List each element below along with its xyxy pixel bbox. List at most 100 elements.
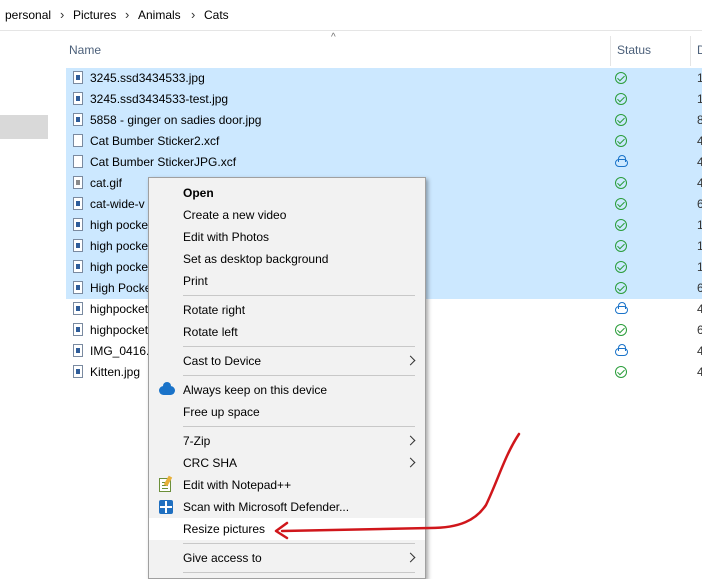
synced-status-icon — [615, 177, 627, 189]
file-row[interactable]: 3245.ssd3434533.jpg 1 — [66, 68, 702, 89]
menu-item-free-up-space[interactable]: Free up space — [149, 401, 425, 423]
file-date-partial: 1 — [697, 239, 702, 253]
menu-item-give-access-to[interactable]: Give access to — [149, 547, 425, 569]
menu-item-label: CRC SHA — [183, 456, 238, 470]
nav-selected-item[interactable] — [0, 115, 48, 139]
synced-status-icon — [615, 324, 627, 336]
context-menu[interactable]: Open Create a new video Edit with Photos Se… — [148, 177, 426, 579]
file-date-partial: 6 — [697, 281, 702, 295]
chevron-right-icon[interactable]: › — [191, 7, 195, 22]
file-date-partial: 4 — [697, 134, 702, 148]
chevron-right-icon — [405, 457, 416, 468]
menu-item-label: Set as desktop background — [183, 252, 329, 266]
file-name: high pocke — [90, 260, 149, 274]
synced-status-icon — [615, 93, 627, 105]
menu-item-label: Resize pictures — [183, 522, 266, 536]
column-header-name-label: Name — [69, 43, 102, 57]
chevron-right-icon — [405, 355, 416, 366]
file-date-partial: 1 — [697, 71, 702, 85]
file-row[interactable]: Cat Bumber Sticker2.xcf 4 — [66, 131, 702, 152]
chevron-right-icon[interactable]: › — [60, 7, 64, 22]
chevron-right-icon[interactable]: › — [125, 7, 129, 22]
menu-item-label: Create a new video — [183, 208, 287, 222]
menu-separator — [183, 375, 415, 376]
menu-item-resize-pictures[interactable]: Resize pictures — [149, 518, 425, 540]
menu-item-always-keep-on-this-device[interactable]: Always keep on this device — [149, 379, 425, 401]
file-date-partial: 4 — [697, 365, 702, 379]
file-name: high pocke — [90, 239, 149, 253]
menu-item-open[interactable]: Open — [149, 182, 425, 204]
menu-item-label: Print — [183, 274, 208, 288]
file-date-partial: 1 — [697, 260, 702, 274]
menu-item-rotate-left[interactable]: Rotate left — [149, 321, 425, 343]
onedrive-cloud-icon — [159, 382, 175, 397]
synced-status-icon — [615, 261, 627, 273]
file-date-partial: 4 — [697, 344, 702, 358]
menu-item-7-zip[interactable]: 7-Zip — [149, 430, 425, 452]
menu-separator — [183, 295, 415, 296]
menu-item-crc-sha[interactable]: CRC SHA — [149, 452, 425, 474]
menu-item-set-as-desktop-background[interactable]: Set as desktop background — [149, 248, 425, 270]
breadcrumb-animals[interactable]: Animals — [138, 8, 181, 22]
file-date-partial: 4 — [697, 155, 702, 169]
file-name: High Pocke — [90, 281, 152, 295]
file-name: highpocket — [90, 323, 149, 337]
file-name: highpocket — [90, 302, 149, 316]
cloud-status-icon — [615, 344, 628, 357]
menu-item-scan-with-microsoft-defender[interactable]: Scan with Microsoft Defender... — [149, 496, 425, 518]
menu-item-label: 7-Zip — [183, 434, 211, 448]
column-header-name[interactable]: Name — [66, 31, 606, 67]
menu-item-cast-to-device[interactable]: Cast to Device — [149, 350, 425, 372]
menu-item-label: Edit with Notepad++ — [183, 478, 292, 492]
cloud-status-icon — [615, 302, 628, 315]
breadcrumb-cats[interactable]: Cats — [204, 8, 229, 22]
address-bar[interactable]: personal › Pictures › Animals › Cats — [0, 0, 702, 31]
menu-item-rotate-right[interactable]: Rotate right — [149, 299, 425, 321]
column-header-status[interactable]: Status — [611, 31, 691, 67]
menu-item-edit-with-photos[interactable]: Edit with Photos — [149, 226, 425, 248]
image-file-icon — [73, 71, 83, 84]
column-header-status-label: Status — [617, 43, 652, 57]
menu-separator — [183, 572, 415, 573]
breadcrumb-pictures[interactable]: Pictures — [73, 8, 116, 22]
chevron-right-icon — [405, 435, 416, 446]
synced-status-icon — [615, 219, 627, 231]
breadcrumb-personal[interactable]: personal — [5, 8, 51, 22]
menu-separator — [183, 346, 415, 347]
menu-item-label: Always keep on this device — [183, 383, 328, 397]
menu-item-label: Rotate right — [183, 303, 246, 317]
menu-item-create-a-new-video[interactable]: Create a new video — [149, 204, 425, 226]
file-row[interactable]: 5858 - ginger on sadies door.jpg 8 — [66, 110, 702, 131]
file-date-partial: 4 — [697, 176, 702, 190]
chevron-right-icon — [405, 552, 416, 563]
menu-item-edit-with-notepad[interactable]: Edit with Notepad++ — [149, 474, 425, 496]
column-header-date[interactable]: D — [691, 31, 702, 67]
image-file-icon — [73, 92, 83, 105]
file-date-partial: 1 — [697, 92, 702, 106]
menu-item-label: Free up space — [183, 405, 260, 419]
image-file-icon — [73, 344, 83, 357]
image-file-icon — [73, 239, 83, 252]
image-file-icon — [73, 218, 83, 231]
file-name: 3245.ssd3434533.jpg — [90, 71, 205, 85]
menu-item-label: Rotate left — [183, 325, 238, 339]
image-file-icon — [73, 365, 83, 378]
file-row[interactable]: 3245.ssd3434533-test.jpg 1 — [66, 89, 702, 110]
synced-status-icon — [615, 72, 627, 84]
image-file-icon — [73, 323, 83, 336]
blank-file-icon — [73, 134, 83, 147]
menu-item-label: Scan with Microsoft Defender... — [183, 500, 350, 514]
file-name: Kitten.jpg — [90, 365, 141, 379]
menu-item-print[interactable]: Print — [149, 270, 425, 292]
file-date-partial: 4 — [697, 302, 702, 316]
blank-file-icon — [73, 155, 83, 168]
synced-status-icon — [615, 198, 627, 210]
file-name: Cat Bumber StickerJPG.xcf — [90, 155, 237, 169]
file-date-partial: 1 — [697, 218, 702, 232]
menu-item-label: Cast to Device — [183, 354, 262, 368]
image-file-icon — [73, 281, 83, 294]
file-row[interactable]: Cat Bumber StickerJPG.xcf 4 — [66, 152, 702, 173]
navigation-pane[interactable] — [0, 31, 50, 579]
image-file-icon — [73, 260, 83, 273]
synced-status-icon — [615, 282, 627, 294]
